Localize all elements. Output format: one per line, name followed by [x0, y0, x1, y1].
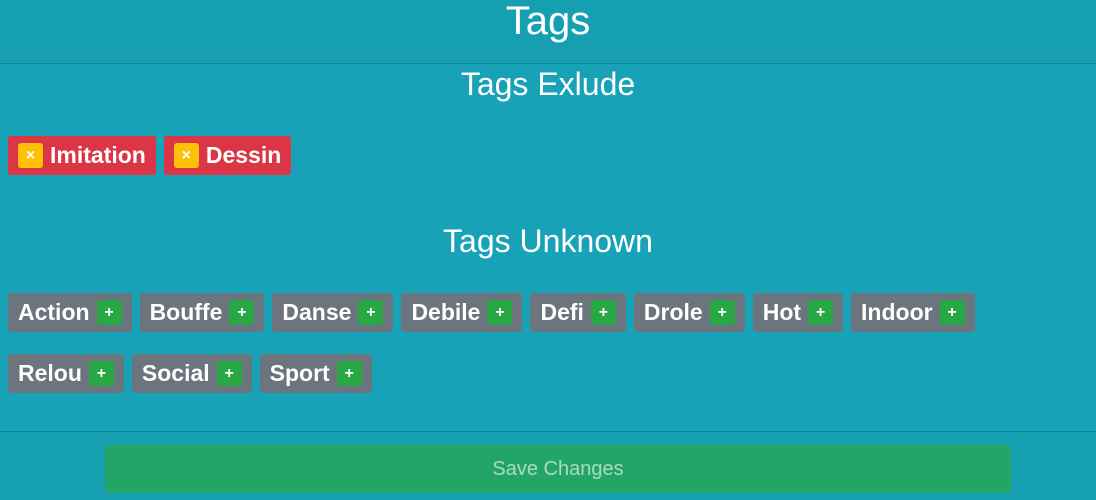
unknown-tag: Social + [131, 354, 252, 393]
unknown-tag: Sport + [259, 354, 372, 393]
unknown-tag: Hot + [752, 293, 844, 332]
add-icon[interactable]: + [590, 300, 616, 325]
add-icon[interactable]: + [88, 361, 114, 386]
tag-label: Social [141, 360, 210, 386]
save-changes-button[interactable]: Save Changes [105, 445, 1011, 493]
add-icon[interactable]: + [216, 361, 242, 386]
add-icon[interactable]: + [487, 300, 513, 325]
tag-label: Debile [411, 299, 481, 325]
excluded-tag: × Imitation [8, 136, 156, 175]
unknown-section-title: Tags Unknown [443, 223, 653, 259]
remove-icon[interactable]: × [173, 143, 199, 168]
tag-label: Bouffe [149, 299, 223, 325]
tag-label: Drole [643, 299, 703, 325]
tag-label: Dessin [205, 142, 282, 168]
unknown-tag: Drole + [633, 293, 745, 332]
tag-label: Relou [18, 360, 82, 386]
excluded-tag: × Dessin [163, 136, 292, 175]
tag-label: Action [18, 299, 90, 325]
tag-label: Imitation [50, 142, 146, 168]
unknown-tag: Indoor + [851, 293, 975, 332]
footer-bar: Save Changes [0, 431, 1096, 500]
unknown-tag: Defi + [530, 293, 626, 332]
add-icon[interactable]: + [96, 300, 122, 325]
add-icon[interactable]: + [709, 300, 735, 325]
unknown-tags-list-row-1: Action + Bouffe + Danse + Debile + Defi … [8, 293, 983, 332]
unknown-tag: Relou + [8, 354, 124, 393]
unknown-tag: Action + [8, 293, 132, 332]
unknown-tag: Danse + [272, 293, 394, 332]
add-icon[interactable]: + [939, 300, 965, 325]
tag-label: Sport [269, 360, 330, 386]
page-title: Tags [505, 0, 591, 43]
remove-icon[interactable]: × [18, 143, 43, 168]
add-icon[interactable]: + [358, 300, 384, 325]
tag-label: Danse [282, 299, 352, 325]
tag-label: Hot [762, 299, 802, 325]
unknown-tag: Bouffe + [139, 293, 265, 332]
add-icon[interactable]: + [336, 361, 362, 386]
add-icon[interactable]: + [229, 300, 255, 325]
header-bar: Tags [0, 0, 1096, 64]
excluded-section-title: Tags Exlude [460, 66, 636, 102]
excluded-tags-list: × Imitation × Dessin [8, 136, 299, 175]
unknown-tags-list-row-2: Relou + Social + Sport + [8, 354, 380, 393]
unknown-tag: Debile + [401, 293, 523, 332]
tag-label: Indoor [861, 299, 933, 325]
tag-label: Defi [540, 299, 584, 325]
add-icon[interactable]: + [808, 300, 834, 325]
